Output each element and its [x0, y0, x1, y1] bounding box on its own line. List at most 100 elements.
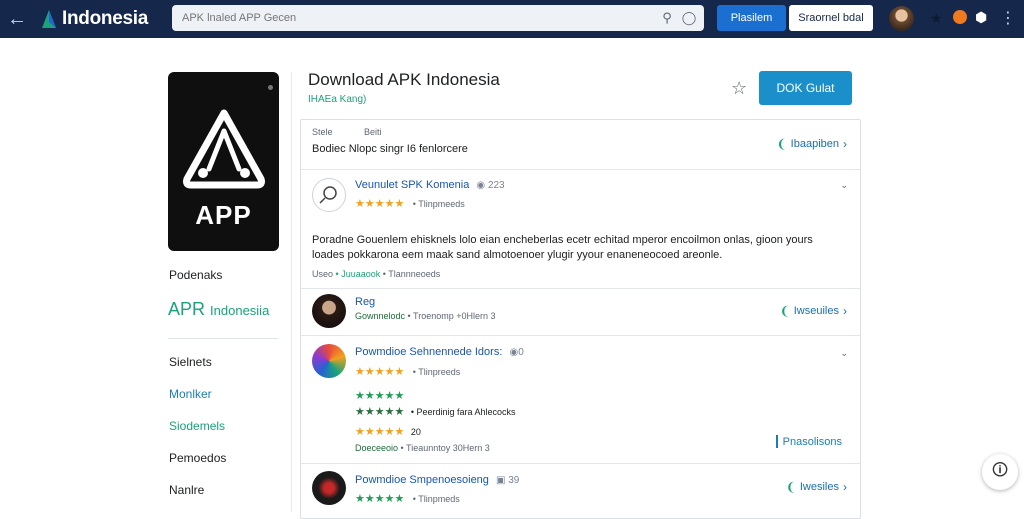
search-icon[interactable]: ⚲ [656, 7, 678, 29]
review-footer-c: • Tlannneoeds [382, 269, 441, 279]
meta-link[interactable]: ❨ Ibaapiben › [777, 137, 847, 151]
review-meta-a: Gownnelodc [355, 311, 406, 321]
rating-stars: ★★★★★ [355, 198, 405, 210]
reviewer-avatar[interactable] [312, 294, 346, 328]
review-footer-b[interactable]: • Juuaaook [336, 269, 381, 279]
warning-triangle-icon [183, 109, 265, 189]
review-link[interactable]: ❨ Iwseuiles › [780, 304, 847, 318]
sub-rating-num: 20 [410, 427, 421, 437]
sidebar-subtitle: Podenaks [169, 268, 223, 282]
replies-label: Pnasolisons [782, 435, 842, 448]
chevron-right-icon: › [843, 480, 847, 494]
review-link[interactable]: ❨ Iwesiles › [786, 480, 847, 494]
logo[interactable]: Indonesia [38, 8, 164, 30]
rating-stars: ★★★★★ [355, 493, 405, 505]
sub-rating-text-label: Peerdinig fara Ahlecocks [416, 407, 516, 417]
review-item: Powmdioe Smpenoesoieng ▣ 39 ★★★★★ • Tlin… [301, 464, 860, 518]
search-input[interactable] [182, 12, 656, 24]
reviewer-avatar[interactable] [312, 471, 346, 505]
rating-tag-label: Tlinpmeds [418, 494, 460, 504]
sidebar-brand[interactable]: APR Indonesiia [168, 299, 269, 320]
chevron-right-icon: › [843, 137, 847, 151]
sub-rating-stars: ★★★★★ [355, 390, 405, 402]
review-meta-b: Tieaunntoy 30Hern 3 [406, 443, 490, 453]
review-text: Poradne Gouenlem ehisknels lolo eian enc… [312, 234, 813, 261]
app-icon-dot [268, 85, 273, 90]
more-icon[interactable]: ⋮ [1000, 8, 1016, 28]
review-meta: Doeceeoio • Tieaunntoy 30Hern 3 [355, 443, 490, 453]
logo-triangle-icon [42, 10, 56, 28]
rating-tag-label: Tlinpreeds [418, 367, 461, 377]
app-icon: APP [168, 72, 279, 251]
app-icon-label: APP [195, 200, 252, 230]
sidebar-item[interactable]: Nanlre [169, 480, 226, 512]
rating-tag: • Tlinpreeds [412, 367, 461, 377]
review-footer: Useo • Juuaaook • Tlannneoeds [312, 269, 440, 279]
rating-stars: ★★★★★ [355, 366, 405, 378]
reviewer-name[interactable]: Veunulet SPK Komenia ◉ 223 [355, 179, 505, 191]
reviewer-count: ◉ 223 [476, 180, 505, 191]
review-item: Powmdioe Sehnennede Idors: ◉0 ★★★★★ • Tl… [301, 336, 860, 464]
replies-button[interactable]: Pnasolisons [775, 435, 842, 448]
sub-rating-line: ★★★★★ • Peerdinig fara Ahlecocks [355, 405, 516, 418]
sidebar-item[interactable]: Sielnets [169, 352, 226, 384]
camera-icon[interactable]: ◯ [678, 7, 700, 29]
meta-key: Beiti [364, 127, 382, 137]
floating-action-button[interactable]: 🛈 [982, 454, 1018, 490]
reviewer-name[interactable]: Powmdioe Sehnennede Idors: ◉0 [355, 346, 524, 358]
sidebar-nav: Sielnets Monlker Siodemels Pemoedos Nanl… [169, 352, 226, 512]
rating-tag: • Tlinpmeeds [412, 199, 465, 209]
reviewer-avatar[interactable] [312, 178, 346, 212]
rating-line: ★★★★★ • Tlinpreeds [355, 362, 460, 380]
user-avatar[interactable] [889, 6, 914, 31]
meta-row: Stele Beiti Bodiec Nlopc singr I6 fenlor… [301, 120, 860, 170]
reviewer-name-label: Veunulet SPK Komenia [355, 179, 470, 191]
edit-icon: ❨ [776, 137, 787, 151]
chevron-right-icon: › [843, 304, 847, 318]
favorite-star-icon[interactable]: ☆ [731, 78, 747, 99]
sidebar-item[interactable]: Pemoedos [169, 448, 226, 480]
sidebar-brand-small: Indonesiia [210, 303, 270, 318]
page-subtitle[interactable]: IHAEa Kang) [308, 94, 366, 105]
reviewer-name[interactable]: Powmdioe Smpenoesoieng ▣ 39 [355, 474, 519, 486]
reviewer-count-value: 0 [518, 347, 524, 358]
chevron-down-icon[interactable]: ⌄ [840, 180, 848, 191]
back-arrow-icon[interactable]: ← [0, 0, 34, 38]
sub-rating-line: ★★★★★ 20 [355, 425, 421, 438]
top-outline-button[interactable]: Sraornel bdal [789, 5, 873, 31]
review-footer-a: Useo [312, 269, 334, 279]
rating-tag-label: Tlinpmeeds [418, 199, 465, 209]
page-title: Download APK Indonesia [308, 70, 500, 89]
sub-rating-text: • Peerdinig fara Ahlecocks [410, 407, 516, 417]
sub-rating-line: ★★★★★ [355, 389, 404, 402]
review-meta-b: Troenomp +0Hlern 3 [413, 311, 496, 321]
reviewer-name-label: Powmdioe Smpenoesoieng [355, 474, 489, 486]
meta-link-label: Ibaapiben [790, 138, 839, 150]
rating-line: ★★★★★ • Tlinpmeeds [355, 194, 465, 212]
sidebar-item[interactable]: Monlker [169, 384, 226, 416]
review-link-label: Iwseuiles [793, 305, 839, 317]
edit-icon: ❨ [779, 304, 790, 318]
sub-rating-stars: ★★★★★ [355, 426, 405, 438]
search-bar[interactable]: ⚲ ◯ [172, 5, 704, 31]
sidebar-item[interactable]: Siodemels [169, 416, 226, 448]
review-meta: Gownnelodc • Troenomp +0Hlern 3 [355, 311, 496, 321]
download-button[interactable]: DOK Gulat [759, 71, 852, 105]
reviewer-name[interactable]: Reg [355, 296, 375, 308]
logo-text: Indonesia [62, 8, 148, 29]
magnifier-icon [319, 186, 337, 204]
reviewer-count: ◉0 [509, 347, 524, 358]
review-footer-b-label: Juuaaook [341, 269, 381, 279]
notification-dot-icon[interactable] [953, 10, 967, 24]
reviewer-avatar[interactable] [312, 344, 346, 378]
top-primary-button[interactable]: Plasilem [717, 5, 786, 31]
chevron-down-icon[interactable]: ⌄ [840, 348, 848, 359]
review-footer-c-label: Tlannneoeds [388, 269, 441, 279]
meta-value: Bodiec Nlopc singr I6 fenlorcere [312, 143, 468, 155]
edit-icon: ❨ [785, 480, 796, 494]
sidebar-brand-big: APR [168, 299, 206, 319]
meta-key: Stele [312, 127, 333, 137]
review-item: Reg Gownnelodc • Troenomp +0Hlern 3 ❨ Iw… [301, 289, 860, 336]
settings-hex-icon[interactable]: ⬢ [975, 9, 989, 25]
star-icon[interactable]: ★ [930, 10, 943, 27]
